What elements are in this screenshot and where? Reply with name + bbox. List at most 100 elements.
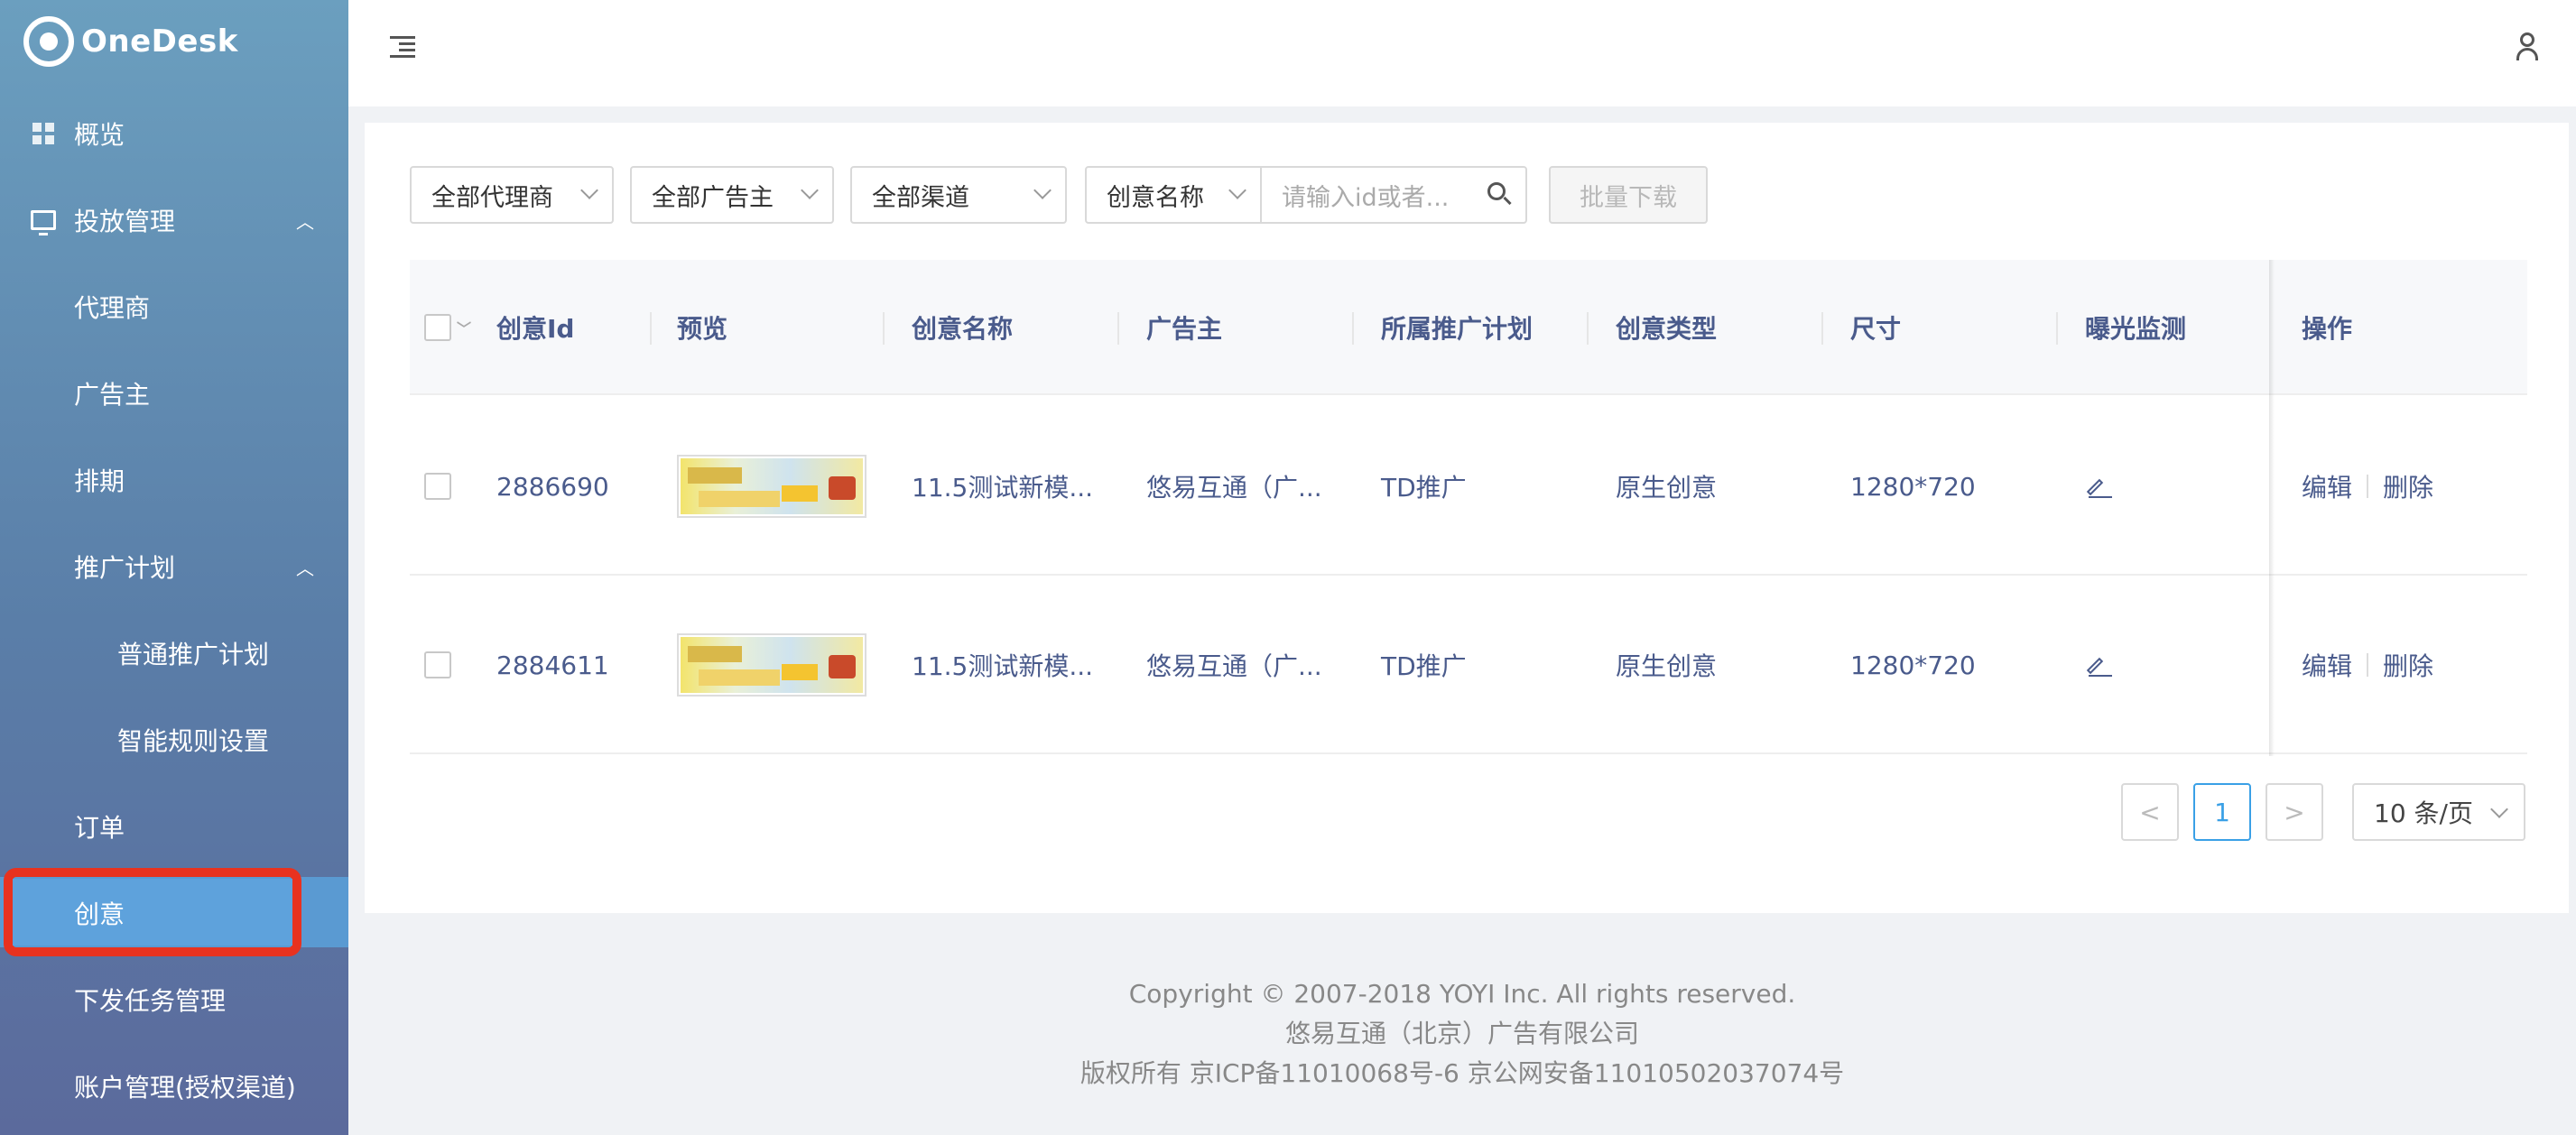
app-logo-text: OneDesk: [81, 23, 238, 60]
footer: Copyright © 2007-2018 YOYI Inc. All righ…: [348, 974, 2576, 1093]
sidebar-item-label: 概览: [74, 120, 125, 150]
creative-size: 1280*720: [1850, 471, 1976, 502]
column-header-size: 尺寸: [1850, 314, 1902, 344]
creative-size: 1280*720: [1850, 650, 1976, 680]
footer-company: 悠易互通（北京）广告有限公司: [1284, 1019, 1639, 1048]
sidebar-item-overview[interactable]: 概览: [0, 90, 348, 177]
edit-monitor-icon[interactable]: [2086, 397, 2112, 576]
creative-list-card: 全部代理商 全部广告主 全部渠道 创意名称 请输入id或者... 批量下载 ﹀ …: [365, 123, 2569, 913]
chevron-down-icon: [1033, 181, 1052, 199]
creative-type: 原生创意: [1616, 651, 1718, 681]
chevron-down-icon: [1228, 181, 1246, 199]
sidebar-item-smart-rules[interactable]: 智能规则设置: [0, 697, 348, 783]
divider: [2367, 653, 2369, 677]
select-all-checkbox[interactable]: ﹀: [424, 260, 471, 395]
page-size-select[interactable]: 10 条/页: [2352, 783, 2525, 841]
sidebar-item-agency[interactable]: 代理商: [0, 263, 348, 350]
user-icon[interactable]: [2515, 32, 2540, 61]
footer-icp: 版权所有 京ICP备11010068号-6 京公网安备1101050203707…: [1080, 1058, 1845, 1088]
advertiser-name: 悠易互通（广...: [1146, 473, 1322, 503]
batch-download-button[interactable]: 批量下载: [1549, 166, 1708, 224]
chevron-down-icon: [2490, 800, 2508, 818]
column-header-type: 创意类型: [1616, 314, 1718, 344]
pagination-next-button[interactable]: >: [2266, 783, 2323, 841]
column-header-actions: 操作: [2302, 314, 2353, 344]
creative-name: 11.5测试新模...: [912, 473, 1094, 503]
chevron-up-icon: ︿: [296, 557, 314, 579]
chevron-down-icon: [580, 181, 598, 199]
fixed-column-shadow: [2269, 260, 2275, 756]
creative-name: 11.5测试新模...: [912, 651, 1094, 681]
search-icon[interactable]: [1487, 182, 1512, 206]
chevron-down-icon: [801, 181, 819, 199]
footer-copyright: Copyright © 2007-2018 YOYI Inc. All righ…: [1128, 979, 1796, 1009]
delete-link[interactable]: 删除: [2383, 468, 2433, 504]
table-row: 2886690 11.5测试新模... 悠易互通（广... TD推广 原生创意 …: [410, 397, 2527, 576]
creative-id: 2884611: [496, 650, 609, 680]
creative-type: 原生创意: [1616, 473, 1718, 503]
column-header-name: 创意名称: [912, 314, 1014, 344]
chevron-up-icon: ︿: [296, 210, 314, 233]
sidebar-item-schedule[interactable]: 排期: [0, 437, 348, 523]
sidebar-item-label: 创意: [74, 900, 125, 929]
edit-monitor-icon[interactable]: [2086, 576, 2112, 754]
column-header-advertiser: 广告主: [1146, 314, 1223, 344]
chevron-down-icon[interactable]: ﹀: [457, 317, 471, 338]
top-header: [348, 0, 2576, 106]
pagination-page-1[interactable]: 1: [2193, 783, 2251, 841]
column-header-plan: 所属推广计划: [1381, 314, 1534, 344]
app-logo[interactable]: OneDesk: [23, 14, 238, 69]
column-header-id: 创意Id: [496, 314, 575, 344]
edit-link[interactable]: 编辑: [2302, 647, 2352, 683]
sidebar-item-promotion-plan[interactable]: 推广计划 ︿: [0, 523, 348, 610]
creative-id: 2886690: [496, 471, 609, 502]
onedesk-logo-icon: [23, 16, 74, 67]
advertiser-select-value: 全部广告主: [652, 183, 774, 212]
sidebar-item-label: 账户管理(授权渠道): [74, 1073, 296, 1103]
sidebar-item-orders[interactable]: 订单: [0, 783, 348, 870]
agency-select[interactable]: 全部代理商: [410, 166, 614, 224]
table-header: ﹀ 创意Id 预览 创意名称 广告主 所属推广计划 创意类型 尺寸 曝光监测 操…: [410, 260, 2527, 395]
row-actions: 编辑 删除: [2302, 397, 2433, 576]
sidebar-item-label: 投放管理: [74, 207, 176, 236]
sidebar-item-delivery-management[interactable]: 投放管理 ︿: [0, 177, 348, 263]
edit-link[interactable]: 编辑: [2302, 468, 2352, 504]
sidebar-item-advertiser[interactable]: 广告主: [0, 350, 348, 437]
agency-select-value: 全部代理商: [431, 183, 553, 212]
menu-fold-icon[interactable]: [390, 36, 415, 58]
sidebar-item-normal-plan[interactable]: 普通推广计划: [0, 610, 348, 697]
column-header-exposure-monitor: 曝光监测: [2085, 314, 2187, 344]
plan-name: TD推广: [1381, 473, 1467, 503]
sidebar-item-label: 下发任务管理: [74, 986, 227, 1016]
sidebar-item-label: 代理商: [74, 293, 151, 323]
sidebar-item-label: 订单: [74, 813, 125, 843]
search-input-placeholder: 请输入id或者...: [1282, 183, 1450, 212]
sidebar-item-label: 普通推广计划: [117, 640, 270, 669]
search-input[interactable]: 请输入id或者...: [1260, 166, 1527, 224]
sidebar-item-task-dispatch[interactable]: 下发任务管理: [0, 956, 348, 1043]
advertiser-select[interactable]: 全部广告主: [630, 166, 834, 224]
divider: [2367, 475, 2369, 498]
sidebar-item-label: 智能规则设置: [117, 726, 270, 756]
monitor-icon: [31, 208, 56, 235]
search-field-select-value: 创意名称: [1107, 183, 1204, 212]
table-row: 2884611 11.5测试新模... 悠易互通（广... TD推广 原生创意 …: [410, 576, 2527, 754]
row-checkbox[interactable]: [424, 576, 451, 754]
search-field-select[interactable]: 创意名称: [1085, 166, 1262, 224]
sidebar-item-label: 排期: [74, 466, 125, 496]
sidebar-item-creative[interactable]: 创意: [0, 870, 348, 956]
plan-name: TD推广: [1381, 651, 1467, 681]
advertiser-name: 悠易互通（广...: [1146, 651, 1322, 681]
row-actions: 编辑 删除: [2302, 576, 2433, 754]
sidebar-item-label: 广告主: [74, 380, 151, 410]
sidebar: OneDesk 概览 投放管理 ︿ 代理商 广告主 排期 推广计划 ︿ 普通推广…: [0, 0, 348, 1135]
sidebar-item-label: 推广计划: [74, 553, 176, 583]
sidebar-item-account-management[interactable]: 账户管理(授权渠道): [0, 1043, 348, 1130]
creative-preview-thumbnail[interactable]: [677, 397, 866, 576]
page-size-value: 10 条/页: [2374, 798, 2473, 828]
pagination-prev-button[interactable]: <: [2121, 783, 2179, 841]
channel-select[interactable]: 全部渠道: [850, 166, 1067, 224]
delete-link[interactable]: 删除: [2383, 647, 2433, 683]
creative-preview-thumbnail[interactable]: [677, 576, 866, 754]
row-checkbox[interactable]: [424, 397, 451, 576]
